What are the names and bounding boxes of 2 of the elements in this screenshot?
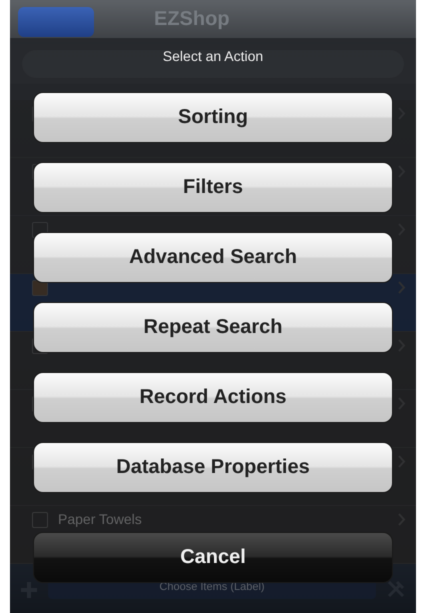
row-label: Paper Towels — [58, 510, 143, 528]
sheet-title: Select an Action — [162, 47, 264, 66]
